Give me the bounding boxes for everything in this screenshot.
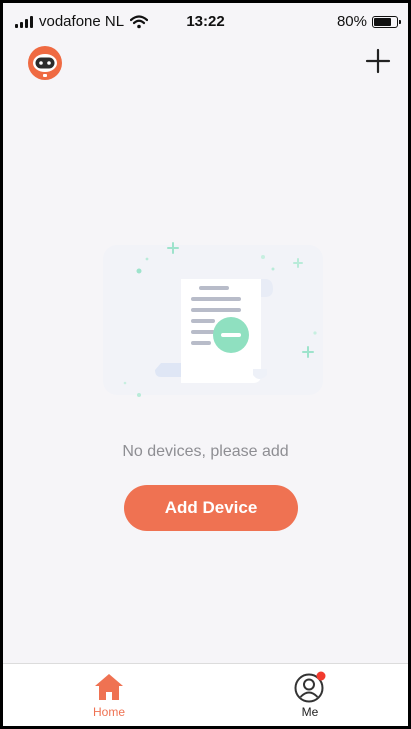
battery-percent: 80% [336, 13, 367, 30]
tab-me[interactable]: Me [270, 670, 350, 719]
tab-home[interactable]: Home [69, 670, 149, 719]
notification-badge [316, 671, 326, 681]
status-bar: vodafone NL 13:22 80% [3, 3, 408, 41]
status-right: 80% [336, 13, 401, 30]
tab-home-label: Home [92, 705, 125, 719]
add-device-button[interactable]: Add Device [124, 485, 298, 531]
app-screen: vodafone NL 13:22 80% No devices, please… [0, 0, 411, 729]
plus-icon[interactable] [364, 47, 392, 75]
empty-document-icon [103, 242, 323, 397]
tab-me-label: Me [301, 705, 319, 719]
home-icon [95, 674, 123, 700]
robot-avatar-icon[interactable] [27, 45, 63, 81]
battery-icon [372, 15, 401, 28]
empty-state-message: No devices, please add [122, 443, 289, 460]
tab-bar: Home Me [3, 663, 408, 726]
profile-icon [294, 671, 326, 703]
